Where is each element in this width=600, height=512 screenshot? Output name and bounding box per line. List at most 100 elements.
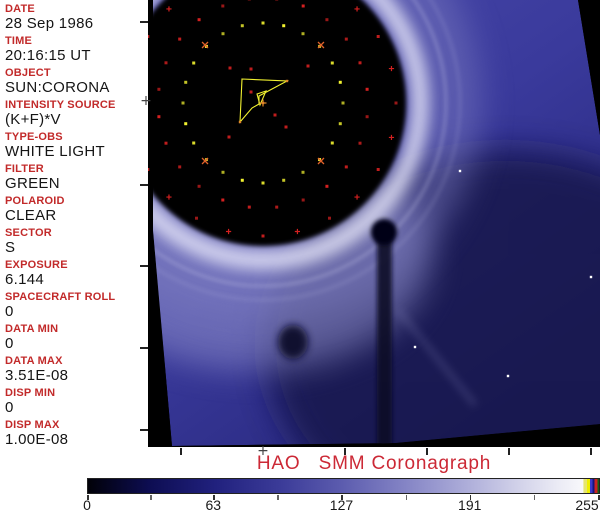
middle-red-ring-dot [301,4,305,8]
metadata-field-data-max: DATA MAX 3.51E-08 [5,355,147,384]
outer-red-ring-dot [394,101,398,105]
contour-vertex-dot [261,101,265,105]
field-value: 0 [5,303,14,320]
pylon-ball [371,219,397,245]
inner-yellow-ring-dot [261,21,265,25]
field-label: SECTOR [5,227,52,239]
field-label: DISP MIN [5,387,56,399]
field-value: 0 [5,399,14,416]
scatter-red-dot [228,66,232,70]
image-frame[interactable] [148,0,600,447]
star-dot [589,275,593,279]
metadata-field-sector: SECTOR S [5,227,147,256]
metadata-field-time: TIME 20:16:15 UT [5,35,147,64]
inner-yellow-ring-dot [181,101,185,105]
inner-yellow-ring-dot [301,32,305,36]
field-value: 28 Sep 1986 [5,15,94,32]
outer-red-ring-dot [328,216,331,220]
middle-red-ring-dot [301,198,305,202]
colorbar-minor-tick [277,495,279,500]
metadata-field-type-obs: TYPE-OBS WHITE LIGHT [5,131,147,160]
coronagraph-image[interactable] [148,0,600,447]
colorbar-tick-label: 255 [575,497,599,512]
inner-yellow-ring-dot [221,170,225,174]
middle-red-ring-dot [365,115,369,119]
star-dot [413,345,417,349]
inner-yellow-ring-dot [184,80,188,84]
field-value: 3.51E-08 [5,367,69,384]
inner-yellow-ring-dot [338,80,342,84]
left-axis-plus-tick: + [140,93,152,109]
inner-yellow-ring-dot [282,24,286,28]
inner-yellow-ring-dot [240,178,244,182]
inner-yellow-ring-dot [301,170,305,174]
middle-red-ring-dot [325,184,329,188]
middle-red-ring-dot [157,87,161,91]
field-value: SUN:CORONA [5,79,110,96]
middle-red-ring-dot [164,61,168,65]
middle-red-ring-dot [365,87,369,91]
metadata-field-disp-max: DISP MAX 1.00E-08 [5,419,147,448]
field-value: 1.00E-08 [5,431,69,448]
middle-red-ring-dot [275,205,279,209]
metadata-field-exposure: EXPOSURE 6.144 [5,259,147,288]
scatter-red-dot [284,125,288,129]
middle-red-ring-dot [197,184,201,188]
outer-red-ring-dot [148,168,150,171]
metadata-field-filter: FILTER GREEN [5,163,147,192]
left-axis-tick [140,184,148,186]
contour-vertex-dot [285,79,289,83]
middle-red-ring-dot [221,4,225,8]
middle-red-ring-dot [247,205,251,209]
middle-red-ring-dot [178,165,182,169]
middle-red-ring-dot [197,18,201,22]
middle-red-ring-dot [358,61,362,65]
field-label: DATA MIN [5,323,59,335]
scatter-red-dot [273,113,277,117]
field-value: (K+F)*V [5,111,61,128]
metadata-field-polaroid: POLAROID CLEAR [5,195,147,224]
outer-red-ring-dot [376,168,380,171]
left-axis-tick [140,429,148,431]
left-axis-tick [140,347,148,349]
metadata-field-date: DATE 28 Sep 1986 [5,3,147,32]
inner-yellow-ring-dot [330,141,334,145]
app-root: DATE 28 Sep 1986 TIME 20:16:15 UT OBJECT SUN:… [0,0,600,512]
inner-yellow-ring-dot [192,141,196,145]
outer-red-ring-dot [261,234,265,238]
colorbar-tick-label: 127 [329,497,354,512]
scatter-red-dot [249,67,253,71]
field-value: GREEN [5,175,60,192]
inner-yellow-ring-dot [330,61,334,65]
outer-red-ring-dot [376,35,380,38]
field-value: 0 [5,335,14,352]
field-value: 20:16:15 UT [5,47,91,64]
occulter-pylon [377,228,392,446]
metadata-field-spacecraft-roll: SPACECRAFT ROLL 0 [5,291,147,320]
scatter-red-dot [249,90,253,94]
scatter-red-dot [306,64,310,68]
metadata-field-disp-min: DISP MIN 0 [5,387,147,416]
metadata-field-object: OBJECT SUN:CORONA [5,67,147,96]
metadata-field-data-min: DATA MIN 0 [5,323,147,352]
inner-yellow-ring-dot [341,101,345,105]
inner-yellow-ring-dot [192,61,196,65]
middle-red-ring-dot [178,37,182,41]
middle-red-ring-dot [157,115,161,119]
middle-red-ring-dot [221,198,225,202]
field-value: CLEAR [5,207,57,224]
inner-yellow-ring-dot [184,122,188,126]
colorbar-tick-label: 63 [205,497,222,512]
outer-red-ring-dot [148,35,150,38]
star-dot [506,374,510,378]
outer-red-ring-dot [195,216,198,220]
colorbar-minor-tick [150,495,152,500]
scatter-red-dot [227,135,231,139]
middle-red-ring-dot [164,141,168,145]
field-label: SPACECRAFT ROLL [5,291,116,303]
inner-yellow-ring-dot [338,122,342,126]
middle-red-ring-dot [344,165,348,169]
contour-vertex-dot [238,120,242,124]
inner-yellow-ring-dot [240,24,244,28]
field-value: WHITE LIGHT [5,143,105,160]
